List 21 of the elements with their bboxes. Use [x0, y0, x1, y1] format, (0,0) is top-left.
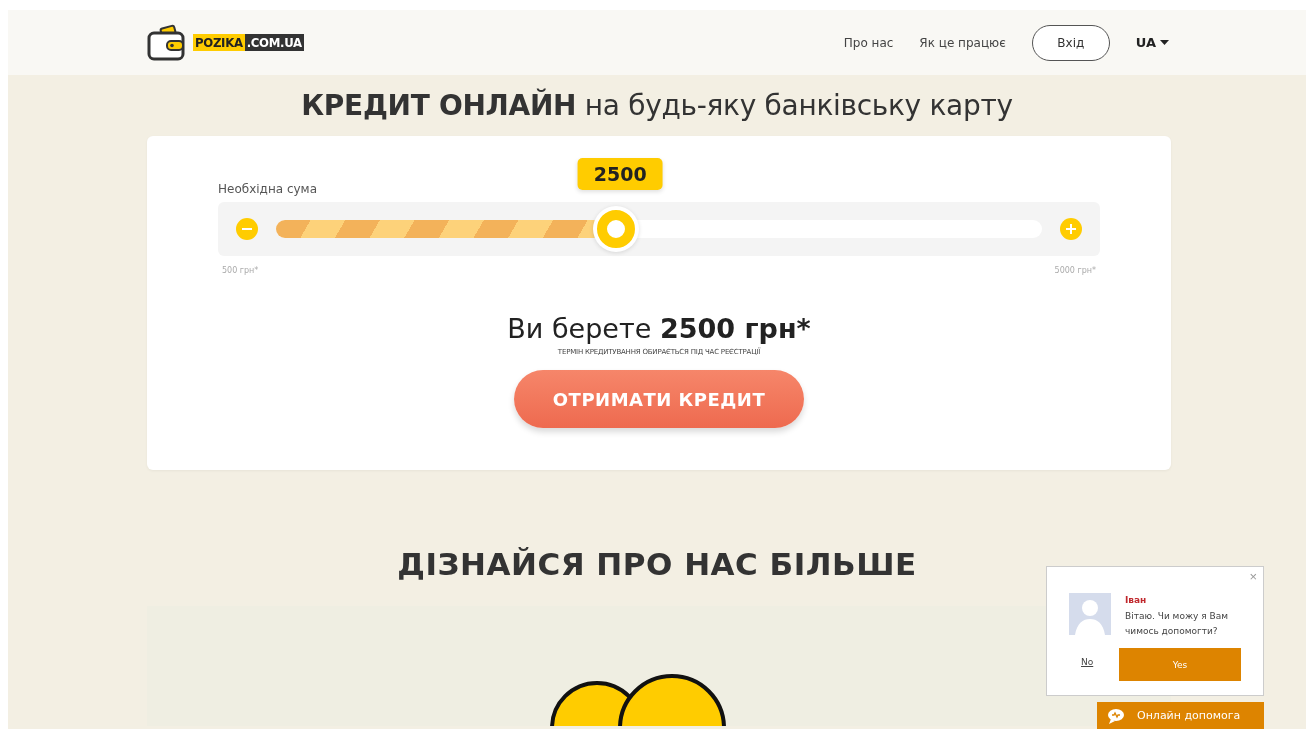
agent-name: Іван: [1125, 595, 1147, 605]
plus-icon[interactable]: [1060, 218, 1082, 240]
chat-message: Вітаю. Чи можу я Вам чимось допомогти?: [1125, 610, 1229, 638]
amount-value-badge: 2500: [577, 158, 663, 190]
chat-bubble-icon: [1107, 707, 1125, 724]
no-link[interactable]: No: [1081, 657, 1094, 667]
section-title: ДІЗНАЙСЯ ПРО НАС БІЛЬШЕ: [397, 546, 917, 584]
max-amount-label: 5000 грн*: [1054, 266, 1096, 275]
slider-thumb[interactable]: [593, 206, 640, 252]
language-selector[interactable]: UA: [1135, 35, 1169, 50]
min-amount-label: 500 грн*: [222, 266, 259, 275]
minus-icon[interactable]: [236, 218, 258, 240]
nav-link[interactable]: Про нас: [843, 35, 894, 50]
caret-icon: [1160, 40, 1169, 45]
loan-summary: Ви берете 2500 грн*: [507, 313, 811, 344]
amount-label: Необхідна сума: [218, 182, 317, 198]
nav-link[interactable]: Як це працює: [919, 35, 1006, 50]
login-button[interactable]: Вхід: [1031, 24, 1110, 61]
wallet-icon: [147, 23, 187, 62]
avatar-icon: [1069, 593, 1111, 635]
hero-title: КРЕДИТ ОНЛАЙН на будь-яку банківську карту: [300, 87, 1014, 124]
